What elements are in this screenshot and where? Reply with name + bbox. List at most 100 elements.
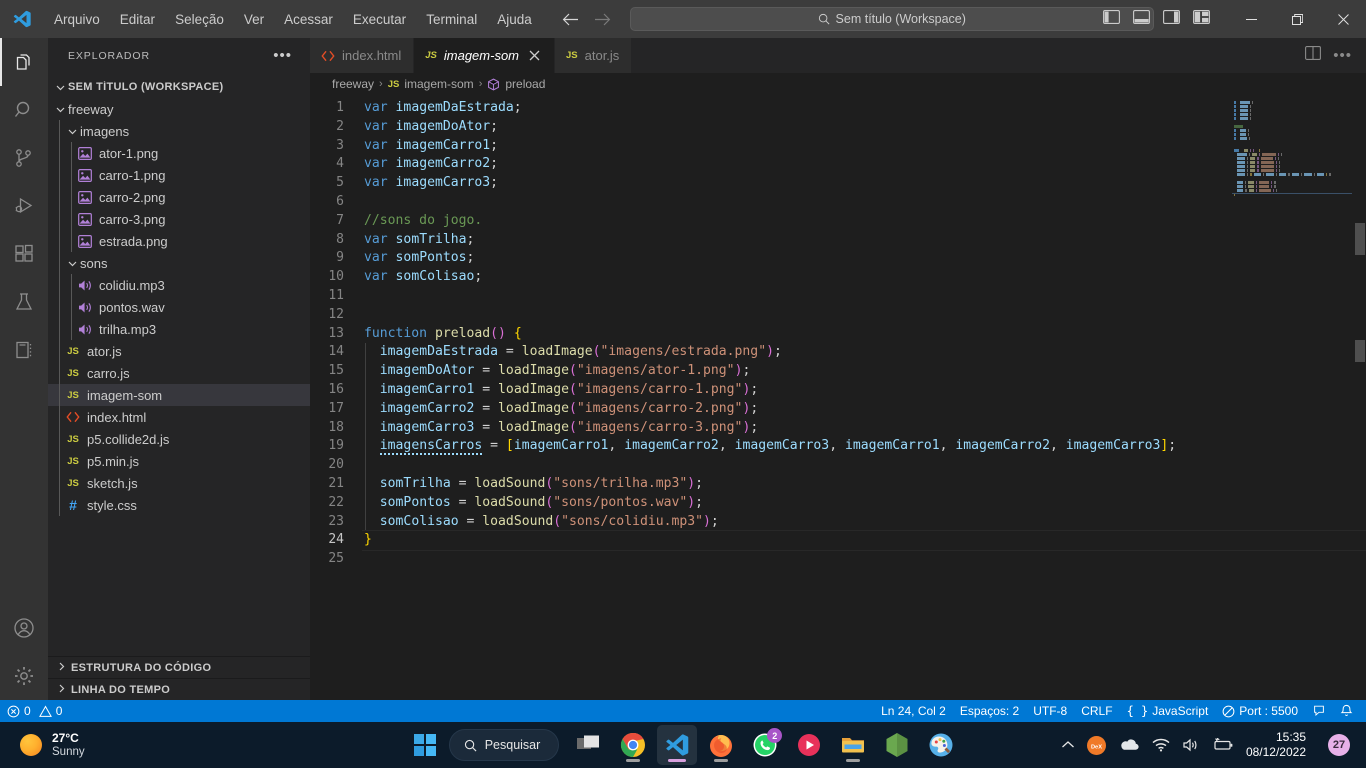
tree-item-index-html[interactable]: index.html bbox=[48, 406, 310, 428]
explorer-more-actions-icon[interactable]: ••• bbox=[273, 48, 292, 63]
window-controls bbox=[1103, 0, 1366, 38]
close-button[interactable] bbox=[1320, 0, 1366, 38]
menu-arquivo[interactable]: Arquivo bbox=[45, 9, 109, 30]
minimap-token bbox=[1258, 185, 1270, 188]
whatsapp-button[interactable]: 2 bbox=[745, 725, 785, 765]
tree-item-carro-2-png[interactable]: carro-2.png bbox=[48, 186, 310, 208]
vscode-button[interactable] bbox=[657, 725, 698, 765]
tree-root-workspace[interactable]: SEM TÍTULO (WORKSPACE) bbox=[48, 76, 310, 98]
tree-item-imagens[interactable]: imagens bbox=[48, 120, 310, 142]
code-token: ( bbox=[569, 400, 577, 416]
tree-item-carro-js[interactable]: JS carro.js bbox=[48, 362, 310, 384]
status-language-mode[interactable]: { } JavaScript bbox=[1120, 700, 1216, 722]
editor-minimap[interactable] bbox=[1232, 95, 1352, 700]
tree-item-freeway[interactable]: freeway bbox=[48, 98, 310, 120]
tree-item-ator-1-png[interactable]: ator-1.png bbox=[48, 142, 310, 164]
status-eol[interactable]: CRLF bbox=[1074, 700, 1119, 722]
menu-executar[interactable]: Executar bbox=[344, 9, 415, 30]
activity-accounts[interactable] bbox=[0, 604, 48, 652]
activity-extensions[interactable] bbox=[0, 230, 48, 278]
file-tree: SEM TÍTULO (WORKSPACE) freeway imagens ato… bbox=[48, 73, 310, 656]
activity-search[interactable] bbox=[0, 86, 48, 134]
tree-item-sons[interactable]: sons bbox=[48, 252, 310, 274]
forward-arrow-icon[interactable] bbox=[594, 10, 612, 28]
activity-run-debug[interactable] bbox=[0, 182, 48, 230]
nodejs-button[interactable] bbox=[877, 725, 917, 765]
vscode-logo-icon bbox=[0, 0, 44, 38]
tab-imagem-som[interactable]: JS imagem-som bbox=[414, 38, 555, 73]
status-indentation[interactable]: Espaços: 2 bbox=[953, 700, 1026, 722]
activity-explorer[interactable] bbox=[0, 38, 48, 86]
editor-vertical-scrollbar[interactable] bbox=[1352, 95, 1366, 700]
activity-settings[interactable] bbox=[0, 652, 48, 700]
code-line: 3 var imagemCarro1; bbox=[310, 137, 1366, 156]
editor-more-actions-icon[interactable]: ••• bbox=[1333, 48, 1352, 63]
split-editor-icon[interactable] bbox=[1305, 46, 1322, 65]
tab-index-html[interactable]: index.html bbox=[310, 38, 415, 73]
close-icon[interactable] bbox=[526, 48, 542, 64]
tree-item-trilha-mp3[interactable]: trilha.mp3 bbox=[48, 318, 310, 340]
tree-item-ator-js[interactable]: JS ator.js bbox=[48, 340, 310, 362]
code-line: 25 bbox=[310, 550, 1366, 569]
status-notifications[interactable] bbox=[1333, 700, 1360, 722]
scrollbar-thumb[interactable] bbox=[1355, 223, 1365, 255]
tree-item-colidiu-mp3[interactable]: colidiu.mp3 bbox=[48, 274, 310, 296]
tab-ator-js[interactable]: JS ator.js bbox=[555, 38, 633, 73]
section-label: LINHA DO TEMPO bbox=[71, 683, 171, 696]
scrollbar-thumb-secondary[interactable] bbox=[1355, 340, 1365, 362]
status-remote-feedback[interactable] bbox=[1305, 700, 1333, 722]
tree-item-pontos-wav[interactable]: pontos.wav bbox=[48, 296, 310, 318]
status-live-server-port[interactable]: Port : 5500 bbox=[1215, 700, 1305, 722]
code-text: var imagemDoAtor; bbox=[364, 118, 1366, 137]
minimize-button[interactable] bbox=[1228, 0, 1274, 38]
tree-item-imagem-som[interactable]: JS imagem-som bbox=[48, 384, 310, 406]
js-file-icon: JS bbox=[67, 345, 79, 357]
code-token: } bbox=[364, 532, 372, 548]
menu-selecao[interactable]: Seleção bbox=[166, 9, 233, 30]
toggle-secondary-sidebar-icon[interactable] bbox=[1163, 9, 1180, 29]
start-button[interactable] bbox=[405, 725, 445, 765]
code-token: = bbox=[482, 438, 506, 454]
status-cursor-position[interactable]: Ln 24, Col 2 bbox=[874, 700, 953, 722]
tree-item-estrada-png[interactable]: estrada.png bbox=[48, 230, 310, 252]
activity-testing[interactable] bbox=[0, 278, 48, 326]
tree-item-sketch-js[interactable]: JS sketch.js bbox=[48, 472, 310, 494]
task-view-button[interactable] bbox=[569, 725, 609, 765]
toggle-panel-icon[interactable] bbox=[1133, 9, 1150, 29]
menu-ajuda[interactable]: Ajuda bbox=[488, 9, 541, 30]
activity-source-control[interactable] bbox=[0, 134, 48, 182]
chrome-button[interactable] bbox=[613, 725, 653, 765]
taskbar-search[interactable]: Pesquisar bbox=[448, 729, 560, 761]
section-linha-do-tempo[interactable]: LINHA DO TEMPO bbox=[48, 678, 310, 700]
breadcrumb-preload[interactable]: preload bbox=[487, 77, 545, 91]
tree-item-carro-1-png[interactable]: carro-1.png bbox=[48, 164, 310, 186]
minimap-line bbox=[1232, 153, 1352, 156]
media-player-button[interactable] bbox=[789, 725, 829, 765]
menu-terminal[interactable]: Terminal bbox=[417, 9, 486, 30]
paint-button[interactable] bbox=[921, 725, 961, 765]
code-text: var imagemCarro1; bbox=[364, 137, 1366, 156]
breadcrumb-freeway[interactable]: freeway bbox=[332, 77, 374, 91]
code-line: 15 imagemDoAtor = loadImage("imagens/ato… bbox=[310, 362, 1366, 381]
back-arrow-icon[interactable] bbox=[562, 10, 580, 28]
firefox-button[interactable] bbox=[701, 725, 741, 765]
breadcrumb-imagem-som[interactable]: JS imagem-som bbox=[388, 77, 474, 91]
menu-editar[interactable]: Editar bbox=[111, 9, 164, 30]
maximize-button[interactable] bbox=[1274, 0, 1320, 38]
quick-pick-search[interactable]: Sem título (Workspace) bbox=[629, 7, 1154, 31]
customize-layout-icon[interactable] bbox=[1193, 9, 1210, 29]
tree-item-p5-min-js[interactable]: JS p5.min.js bbox=[48, 450, 310, 472]
status-encoding[interactable]: UTF-8 bbox=[1026, 700, 1074, 722]
tree-item-p5-collide2d-js[interactable]: JS p5.collide2d.js bbox=[48, 428, 310, 450]
section-estrutura-do-codigo[interactable]: ESTRUTURA DO CÓDIGO bbox=[48, 656, 310, 678]
file-explorer-button[interactable] bbox=[833, 725, 873, 765]
status-problems[interactable]: 0 0 bbox=[0, 700, 69, 722]
tree-item-style-css[interactable]: # style.css bbox=[48, 494, 310, 516]
menu-acessar[interactable]: Acessar bbox=[275, 9, 342, 30]
activity-notebook[interactable] bbox=[0, 326, 48, 374]
code-editor[interactable]: 1 var imagemDaEstrada; 2 var imagemDoAtor; 3… bbox=[310, 95, 1366, 700]
tree-item-carro-3-png[interactable]: carro-3.png bbox=[48, 208, 310, 230]
menu-ver[interactable]: Ver bbox=[235, 9, 273, 30]
toggle-primary-sidebar-icon[interactable] bbox=[1103, 9, 1120, 29]
